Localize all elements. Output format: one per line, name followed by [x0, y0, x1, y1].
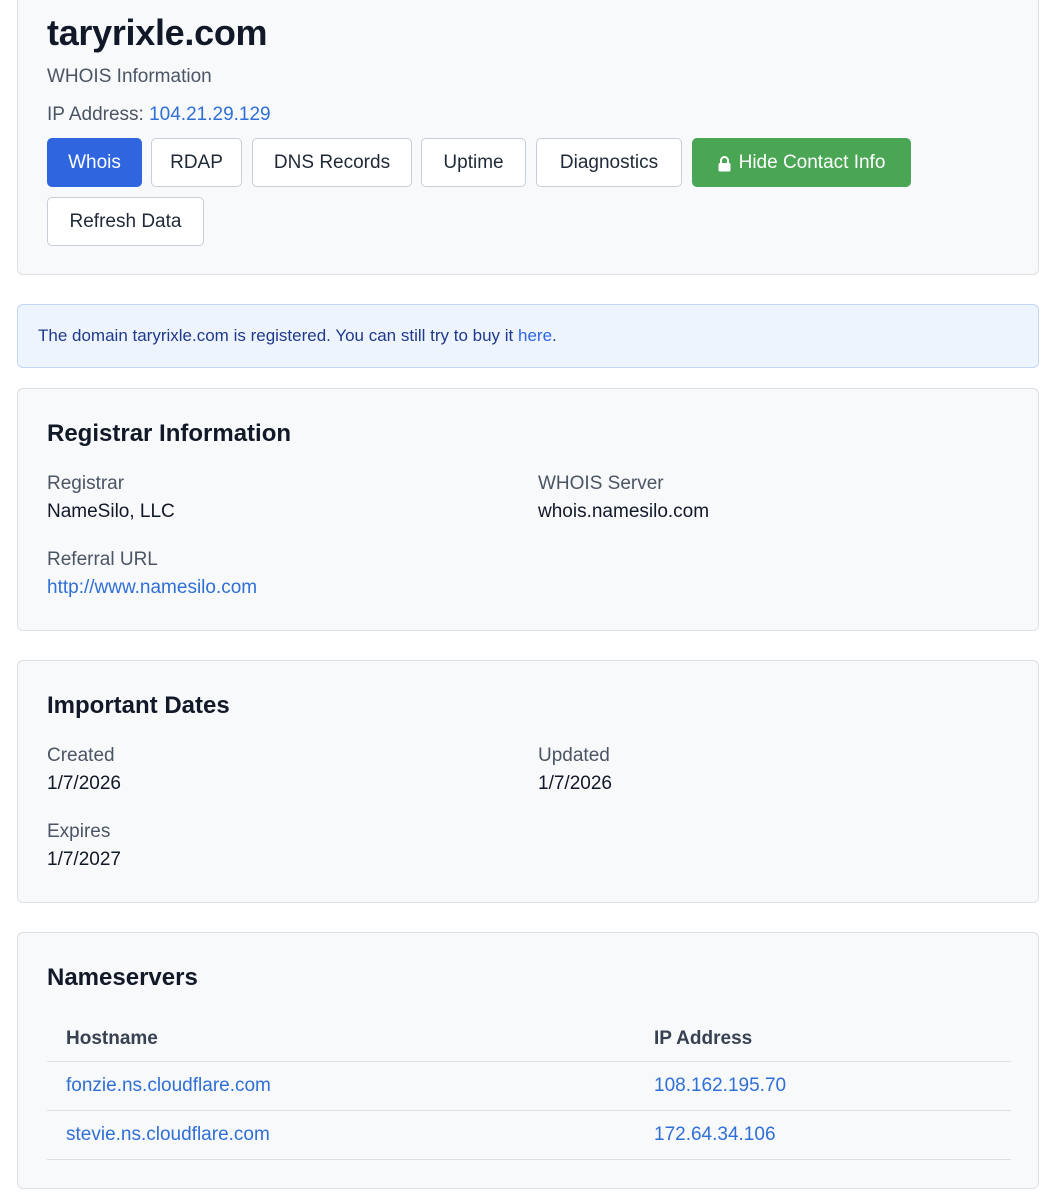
referral-url-label: Referral URL [47, 549, 158, 570]
nameservers-card: Nameservers Hostname IP Address fonzie.n… [17, 932, 1039, 1189]
dates-section-title: Important Dates [47, 692, 230, 719]
tab-whois[interactable]: Whois [47, 138, 142, 187]
hide-contact-info-label: Hide Contact Info [738, 151, 886, 173]
created-value: 1/7/2026 [47, 773, 121, 794]
nameserver-hostname[interactable]: stevie.ns.cloudflare.com [47, 1110, 635, 1160]
refresh-data-button[interactable]: Refresh Data [47, 197, 204, 246]
whois-server-value: whois.namesilo.com [538, 501, 710, 522]
whois-server-label: WHOIS Server [538, 473, 664, 494]
column-header-ip-address: IP Address [635, 1017, 1011, 1062]
lock-icon [718, 155, 731, 172]
alert-domain: taryrixle.com [132, 326, 229, 345]
ip-address-link[interactable]: 104.21.29.129 [149, 104, 271, 125]
updated-label: Updated [538, 745, 610, 766]
registrar-section-title: Registrar Information [47, 420, 292, 447]
updated-value: 1/7/2026 [538, 773, 612, 794]
nameserver-ip[interactable]: 108.162.195.70 [635, 1061, 1011, 1111]
buy-domain-link[interactable]: here [518, 326, 552, 345]
expires-value: 1/7/2027 [47, 849, 121, 870]
important-dates-card: Important Dates Created 1/7/2026 Updated… [17, 660, 1039, 903]
tab-uptime[interactable]: Uptime [421, 138, 526, 187]
alert-middle: is registered. You can still try to buy … [228, 326, 519, 345]
nameservers-table: Hostname IP Address fonzie.ns.cloudflare… [47, 1017, 1011, 1160]
registrar-value: NameSilo, LLC [47, 501, 175, 522]
created-label: Created [47, 745, 115, 766]
page-title: taryrixle.com [47, 12, 268, 53]
table-row: fonzie.ns.cloudflare.com 108.162.195.70 [47, 1061, 1011, 1111]
registrar-label: Registrar [47, 473, 125, 494]
nameserver-hostname[interactable]: fonzie.ns.cloudflare.com [47, 1061, 635, 1111]
alert-prefix: The domain [38, 326, 133, 345]
ip-address-line: IP Address: 104.21.29.129 [47, 104, 271, 126]
tab-diagnostics[interactable]: Diagnostics [536, 138, 682, 187]
referral-url-link[interactable]: http://www.namesilo.com [47, 577, 257, 599]
tab-rdap[interactable]: RDAP [151, 138, 242, 187]
nameserver-ip[interactable]: 172.64.34.106 [635, 1110, 1011, 1160]
expires-label: Expires [47, 821, 111, 842]
domain-header-card: taryrixle.com WHOIS Information IP Addre… [17, 0, 1039, 275]
ip-address-label: IP Address: [47, 104, 144, 125]
tab-dns-records[interactable]: DNS Records [252, 138, 412, 187]
registration-status-alert: The domain taryrixle.com is registered. … [17, 304, 1039, 368]
hide-contact-info-button[interactable]: Hide Contact Info [692, 138, 911, 187]
registrar-info-card: Registrar Information Registrar NameSilo… [17, 388, 1039, 631]
nameservers-section-title: Nameservers [47, 964, 198, 991]
alert-suffix: . [552, 326, 557, 345]
table-row: stevie.ns.cloudflare.com 172.64.34.106 [47, 1110, 1011, 1160]
page-subtitle: WHOIS Information [47, 66, 212, 87]
column-header-hostname: Hostname [47, 1017, 635, 1062]
table-header-row: Hostname IP Address [47, 1017, 1011, 1062]
